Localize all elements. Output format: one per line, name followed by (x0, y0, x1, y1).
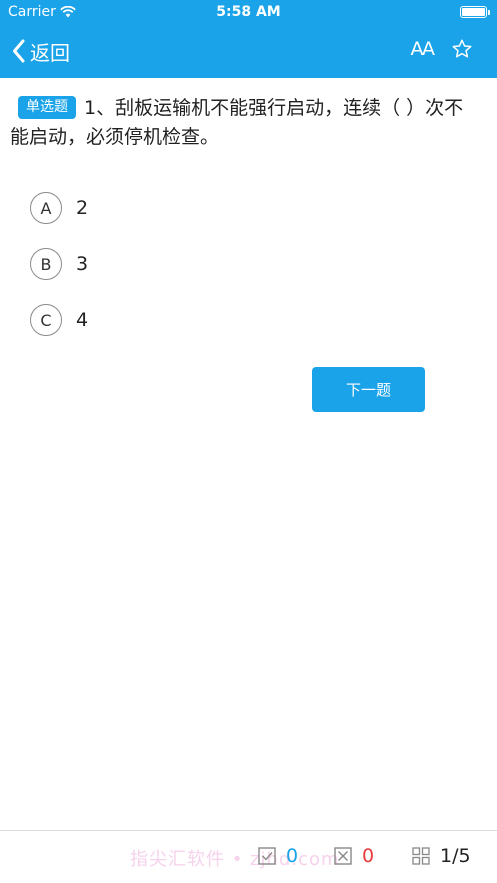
bottom-bar: 指尖汇软件 • zjhd.com 0 0 1/5 (0, 830, 497, 883)
option-c[interactable]: C 4 (30, 303, 88, 337)
grid-icon (412, 847, 430, 865)
question-stem: 单选题 1、刮板运输机不能强行启动，连续（ ）次不能启动，必须停机检查。 (10, 94, 470, 152)
option-text: 4 (76, 309, 89, 331)
question-text: 1、刮板运输机不能强行启动，连续（ ）次不能启动，必须停机检查。 (10, 97, 464, 148)
star-icon[interactable] (451, 38, 473, 60)
correct-checkbox-icon (258, 847, 276, 865)
option-text: 2 (76, 197, 89, 219)
wrong-count-value: 0 (362, 845, 375, 867)
option-letter: C (30, 304, 62, 336)
battery-icon (460, 6, 490, 18)
correct-count: 0 (258, 845, 298, 867)
option-letter: A (30, 192, 62, 224)
option-a[interactable]: A 2 (30, 191, 88, 225)
option-text: 3 (76, 253, 89, 275)
back-button[interactable]: 返回 (12, 36, 70, 66)
option-letter: B (30, 248, 62, 280)
status-bar: Carrier 5:58 AM (0, 0, 497, 24)
nav-bar: 返回 AA (0, 24, 497, 78)
correct-count-value: 0 (286, 845, 299, 867)
next-question-button[interactable]: 下一题 (312, 367, 425, 412)
wrong-checkbox-icon (334, 847, 352, 865)
options-list: A 2 B 3 C 4 (30, 191, 88, 359)
back-chevron-icon (13, 39, 25, 63)
font-size-icon[interactable]: AA (410, 38, 434, 60)
status-time: 5:58 AM (216, 4, 281, 20)
progress-value: 1/5 (440, 845, 471, 867)
back-label: 返回 (30, 40, 70, 65)
question-progress-button[interactable]: 1/5 (412, 845, 471, 867)
question-type-badge: 单选题 (18, 96, 76, 119)
nav-actions: AA (410, 38, 473, 60)
option-b[interactable]: B 3 (30, 247, 88, 281)
watermark: 指尖汇软件 • zjhd.com (130, 849, 340, 870)
wrong-count: 0 (334, 845, 374, 867)
